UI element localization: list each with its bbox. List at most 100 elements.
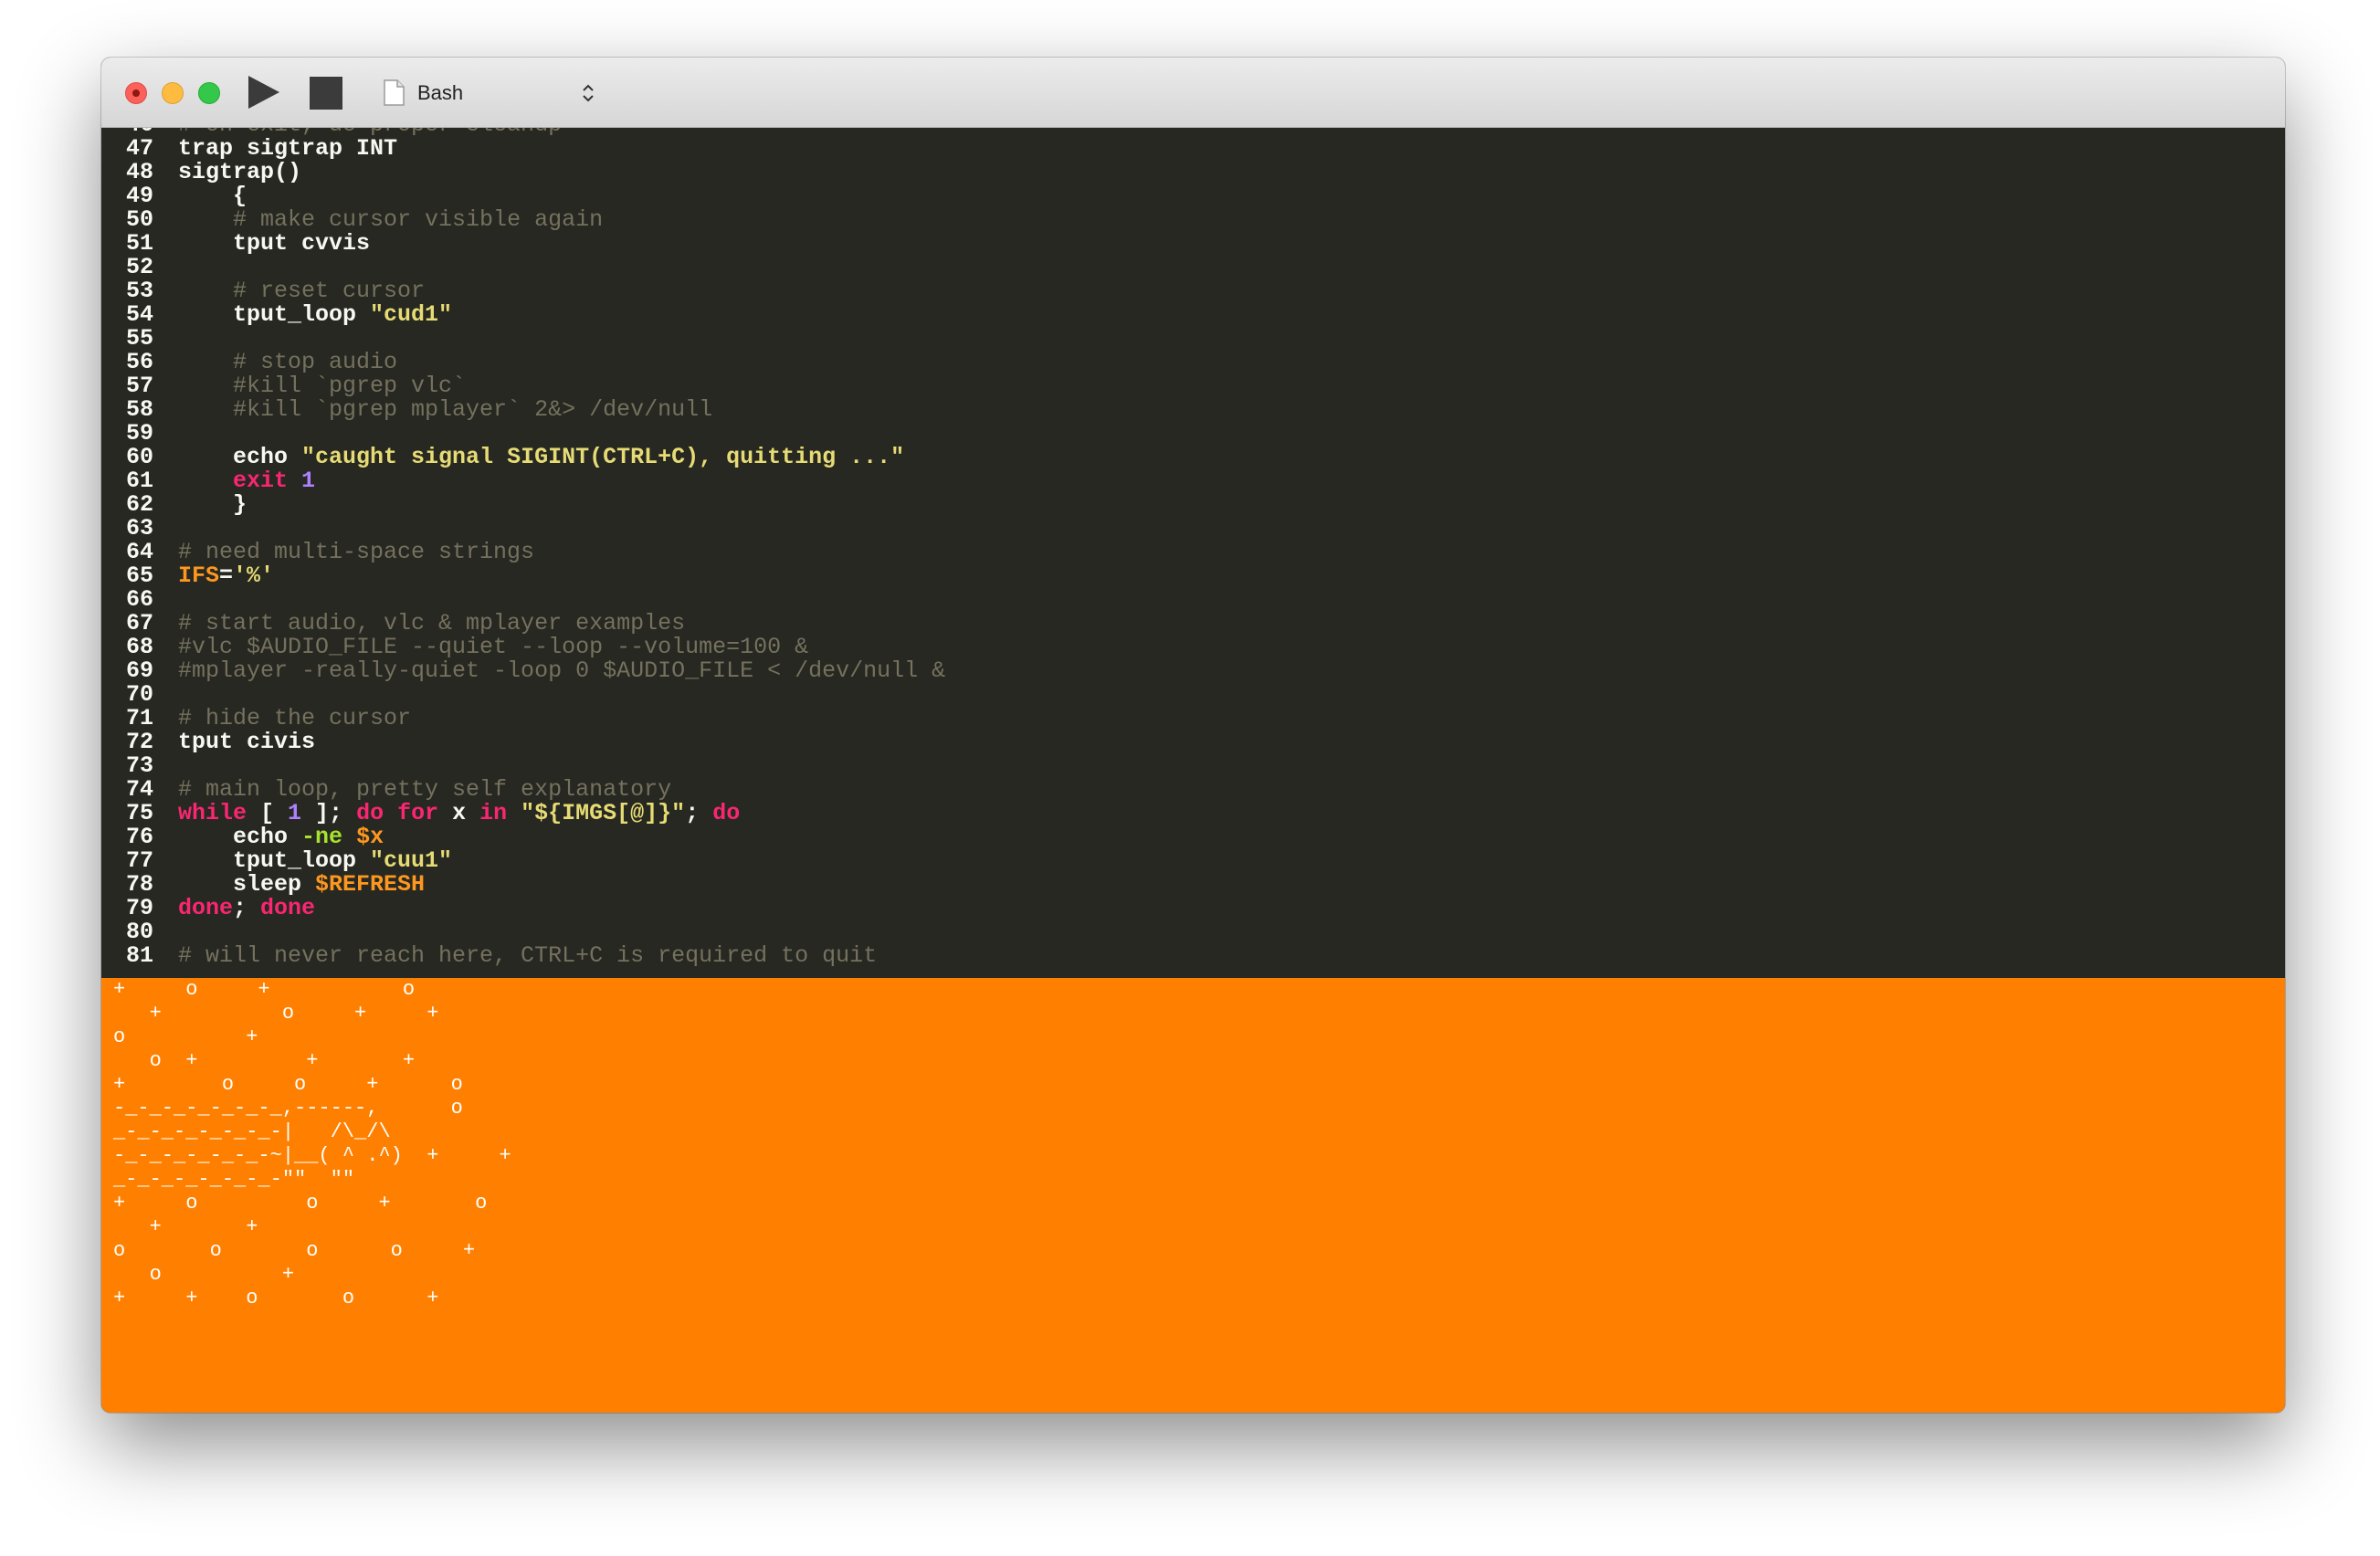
stop-icon[interactable] — [310, 77, 342, 110]
line-number: 80 — [125, 919, 153, 945]
code-text: # hide the cursor — [178, 707, 411, 731]
code-token: # will never reach here, CTRL+C is requi… — [178, 942, 878, 969]
code-text: # make cursor visible again — [178, 208, 603, 232]
title-bar: Bash — [101, 58, 2285, 128]
code-token: ; — [685, 800, 713, 826]
code-text: tput_loop "cuu1" — [178, 849, 452, 873]
code-token: "cud1" — [370, 301, 453, 328]
code-text: echo -ne $x — [178, 825, 384, 849]
code-token: 1 — [288, 800, 302, 826]
scheme-selector[interactable]: Bash — [417, 81, 463, 105]
output-line: o + + + — [113, 1049, 416, 1072]
line-number: 77 — [125, 847, 153, 874]
line-number: 68 — [125, 634, 153, 660]
code-token: = — [219, 562, 234, 589]
output-line: + + o o + — [113, 1287, 439, 1309]
code-token: do — [712, 800, 741, 826]
code-token: # start audio, vlc & mplayer examples — [178, 610, 686, 636]
line-number: 75 — [125, 800, 153, 826]
code-token: "${IMGS[@]}" — [521, 800, 686, 826]
code-text: done; done — [178, 897, 315, 920]
output-line: o o o o + — [113, 1239, 476, 1262]
code-token: ; — [233, 895, 261, 921]
code-text: { — [178, 184, 247, 208]
minimize-icon[interactable] — [162, 82, 184, 104]
line-number: 53 — [125, 278, 153, 304]
code-text: trap sigtrap INT — [178, 137, 397, 161]
code-token: #vlc $AUDIO_FILE --quiet --loop --volume… — [178, 634, 809, 660]
document-icon — [384, 79, 405, 106]
output-line: -_-_-_-_-_-_-~|__( ^ .^) + + — [113, 1144, 511, 1167]
line-number: 76 — [125, 824, 153, 850]
output-line: -_-_-_-_-_-_-_,------, o — [113, 1097, 463, 1120]
code-editor[interactable]: 46# on exit, do proper cleanup47trap sig… — [101, 128, 2285, 978]
code-text: # will never reach here, CTRL+C is requi… — [178, 944, 877, 968]
code-token: done — [260, 895, 316, 921]
output-panel: + o + o + o + + o + o + + + + o o + o -_… — [101, 978, 2285, 1413]
code-token: #kill `pgrep mplayer` 2&> /dev/null — [233, 396, 713, 423]
close-icon[interactable] — [125, 82, 147, 104]
code-token: { — [178, 183, 247, 209]
output-line: + o + o — [113, 978, 416, 1001]
code-token: in — [479, 800, 508, 826]
code-text: #kill `pgrep vlc` — [178, 374, 466, 398]
line-number: 78 — [125, 871, 153, 898]
output-line: _-_-_-_-_-_-_-| /\_/\ — [113, 1120, 391, 1143]
code-token: tput civis — [178, 729, 316, 755]
code-token: $x — [356, 824, 384, 850]
code-token: for — [397, 800, 439, 826]
code-token: # reset cursor — [233, 278, 426, 304]
nyan-cat-ascii-art: + o + o + o + + o + o + + + + o o + o -_… — [113, 978, 511, 1310]
code-text: # reset cursor — [178, 279, 425, 303]
code-token: trap sigtrap INT — [178, 135, 398, 162]
code-token: # need multi-space strings — [178, 539, 535, 565]
code-token: [ — [247, 800, 289, 826]
line-number: 61 — [125, 468, 153, 494]
line-number: 58 — [125, 396, 153, 423]
code-token: x — [438, 800, 480, 826]
code-token: done — [178, 895, 234, 921]
code-token: tput_loop — [178, 847, 371, 874]
play-icon[interactable] — [248, 76, 279, 109]
line-number: 47 — [125, 135, 153, 162]
code-token: # make cursor visible again — [233, 206, 604, 233]
maximize-icon[interactable] — [198, 82, 220, 104]
code-token: sleep — [178, 871, 316, 898]
line-number: 63 — [125, 515, 153, 541]
code-token: while — [178, 800, 247, 826]
code-text: sigtrap() — [178, 161, 301, 184]
code-token: # main loop, pretty self explanatory — [178, 776, 672, 803]
line-number: 70 — [125, 681, 153, 708]
code-token: # stop audio — [233, 349, 398, 375]
code-text: # start audio, vlc & mplayer examples — [178, 612, 685, 636]
line-number: 59 — [125, 420, 153, 447]
line-number: 56 — [125, 349, 153, 375]
output-line: + o o + o — [113, 1073, 463, 1096]
code-text: #vlc $AUDIO_FILE --quiet --loop --volume… — [178, 636, 808, 659]
line-number: 81 — [125, 942, 153, 969]
output-line: + o o + o — [113, 1192, 488, 1214]
code-token: echo — [178, 444, 302, 470]
code-token: IFS — [178, 562, 220, 589]
code-token: '%' — [233, 562, 275, 589]
chevron-updown-icon[interactable] — [582, 81, 595, 105]
line-number: 72 — [125, 729, 153, 755]
code-text: #kill `pgrep mplayer` 2&> /dev/null — [178, 398, 712, 422]
line-number: 71 — [125, 705, 153, 731]
line-number: 73 — [125, 752, 153, 779]
output-line: + + — [113, 1215, 258, 1238]
code-token: ]; — [301, 800, 357, 826]
code-text: echo "caught signal SIGINT(CTRL+C), quit… — [178, 446, 904, 469]
code-token: -ne — [301, 824, 343, 850]
line-number: 54 — [125, 301, 153, 328]
line-number: 62 — [125, 491, 153, 518]
code-token: sigtrap() — [178, 159, 302, 185]
line-number: 57 — [125, 373, 153, 399]
code-text: exit 1 — [178, 469, 315, 493]
